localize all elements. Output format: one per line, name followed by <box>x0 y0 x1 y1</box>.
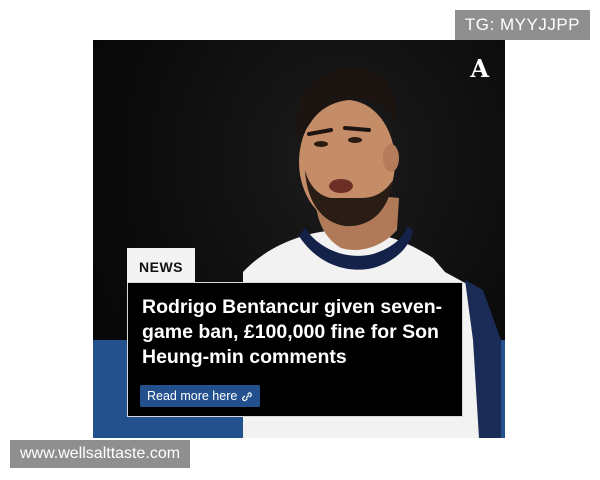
news-card[interactable]: A NEWS Rodrigo Bentancur given seven-gam… <box>93 40 505 438</box>
headline-text: Rodrigo Bentancur given seven-game ban, … <box>142 296 443 368</box>
news-tag: NEWS <box>127 248 195 285</box>
headline-box: Rodrigo Bentancur given seven-game ban, … <box>127 282 463 417</box>
telegram-watermark: TG: MYYJJPP <box>454 10 590 40</box>
link-icon <box>242 391 253 402</box>
brand-logo: A <box>470 54 489 83</box>
read-more-button[interactable]: Read more here <box>140 385 261 407</box>
read-more-label: Read more here <box>147 389 238 403</box>
website-watermark: www.wellsalttaste.com <box>10 440 191 468</box>
